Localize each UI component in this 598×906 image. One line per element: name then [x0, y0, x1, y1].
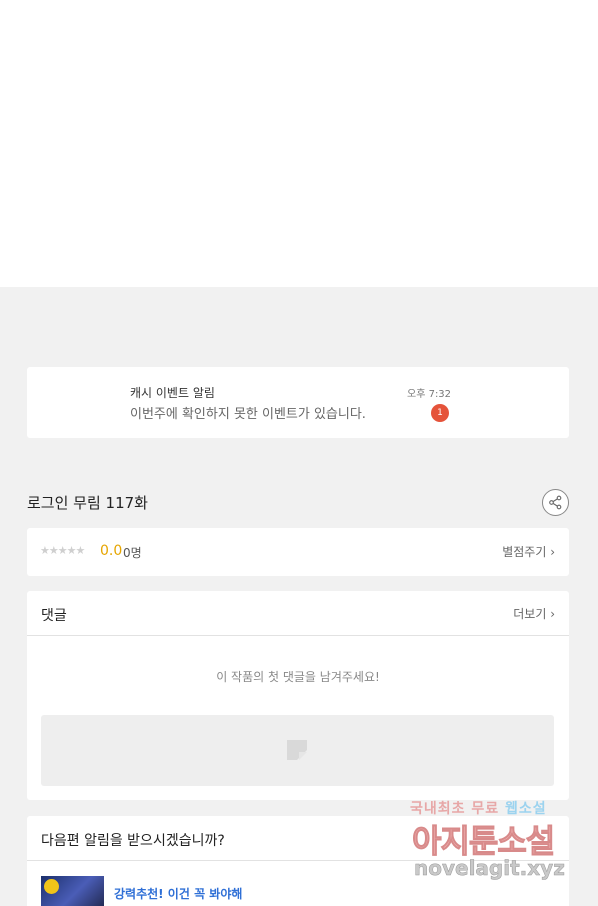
comment-empty-message: 이 작품의 첫 댓글을 남겨주세요!: [216, 670, 380, 684]
watermark-tagline: 국내최초 무료 웹소설: [410, 801, 547, 817]
episode-title: 로그인 무림 117화: [27, 494, 148, 512]
share-button[interactable]: [542, 489, 569, 516]
notification-card[interactable]: 캐시 이벤트 알림 이번주에 확인하지 못한 이벤트가 있습니다. 오후 7:3…: [27, 367, 569, 438]
notification-time: 오후 7:32: [407, 389, 452, 400]
rating-score: 0.0: [100, 543, 123, 559]
star-rating-icon: ★★★★★: [40, 544, 85, 557]
content-area: [0, 0, 598, 287]
notification-title: 캐시 이벤트 알림: [130, 386, 215, 400]
recommendation-link[interactable]: 강력추천! 이건 꼭 봐야해: [114, 885, 242, 902]
rate-button[interactable]: 별점주기 ›: [502, 543, 555, 560]
notification-body: 이번주에 확인하지 못한 이벤트가 있습니다.: [130, 407, 366, 422]
next-episode-title: 다음편 알림을 받으시겠습니까?: [41, 833, 225, 849]
pencil-icon: [287, 740, 307, 760]
next-episode-header: 다음편 알림을 받으시겠습니까?: [27, 816, 569, 861]
comment-section: 댓글 더보기 › 이 작품의 첫 댓글을 남겨주세요!: [27, 591, 569, 800]
recommendation-thumbnail[interactable]: [41, 876, 104, 906]
next-episode-card: 다음편 알림을 받으시겠습니까? 강력추천! 이건 꼭 봐야해: [27, 816, 569, 906]
comment-title: 댓글: [41, 608, 67, 624]
share-icon: [549, 495, 562, 510]
comment-input[interactable]: [41, 715, 554, 786]
rating-count: 0명: [123, 546, 142, 560]
clock-icon: [44, 879, 59, 894]
rating-card: ★★★★★ 0.0 0명 별점주기 ›: [27, 528, 569, 576]
comment-header: 댓글 더보기 ›: [27, 591, 569, 636]
comment-more-button[interactable]: 더보기 ›: [513, 605, 555, 622]
notification-badge: 1: [431, 404, 449, 422]
